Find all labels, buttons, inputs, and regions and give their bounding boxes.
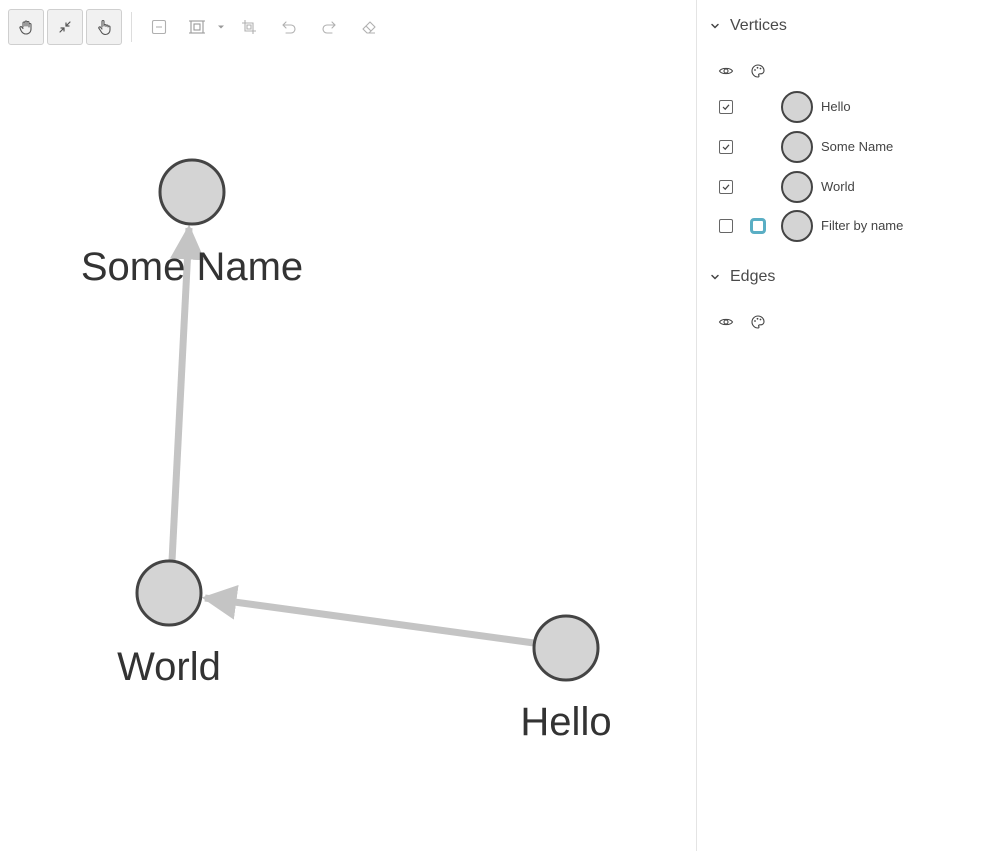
vertex-visibility-checkbox[interactable] — [719, 180, 733, 194]
vertices-section-header[interactable]: Vertices — [709, 14, 787, 38]
check-icon — [721, 182, 731, 192]
node-label-hello: Hello — [520, 700, 611, 744]
vertex-style-preview[interactable] — [781, 91, 813, 123]
fit-button[interactable] — [47, 9, 83, 45]
edges-section-title: Edges — [730, 268, 775, 286]
zoom-out-button[interactable] — [144, 9, 174, 45]
select-button[interactable] — [86, 9, 122, 45]
chevron-down-icon — [709, 271, 721, 283]
drop-button[interactable] — [184, 9, 230, 45]
grid-crop-icon — [240, 18, 258, 36]
node-some-name[interactable] — [160, 160, 224, 224]
check-icon — [721, 102, 731, 112]
redo-icon — [320, 18, 338, 36]
vertex-style-preview[interactable] — [781, 171, 813, 203]
chevron-down-icon — [709, 20, 721, 32]
vertex-row-filter: Filter by name — [697, 208, 1000, 244]
collapse-arrows-icon — [56, 18, 74, 36]
edges-section-header[interactable]: Edges — [709, 265, 775, 289]
palette-icon[interactable] — [750, 314, 766, 330]
eye-icon[interactable] — [718, 63, 734, 79]
redo-button[interactable] — [314, 9, 344, 45]
eye-icon[interactable] — [718, 314, 734, 330]
graph-visualization-app: Some Name World Hello — [0, 0, 1000, 851]
graph-svg[interactable]: Some Name World Hello — [0, 0, 696, 851]
undo-button[interactable] — [274, 9, 304, 45]
toolbar-separator — [131, 12, 132, 42]
vertex-row-hello: Hello — [697, 89, 1000, 125]
eraser-button[interactable] — [354, 9, 384, 45]
vertex-row-world: World — [697, 169, 1000, 205]
pan-button[interactable] — [8, 9, 44, 45]
minus-box-icon — [150, 18, 168, 36]
hand-icon — [17, 18, 35, 36]
vertex-style-preview[interactable] — [781, 131, 813, 163]
vertex-label: Hello — [821, 99, 851, 114]
vertices-icon-row — [718, 61, 782, 81]
node-label-world: World — [117, 645, 221, 689]
vertex-row-some-name: Some Name — [697, 129, 1000, 165]
vertex-label: World — [821, 179, 855, 194]
node-label-some-name: Some Name — [81, 245, 303, 289]
node-world[interactable] — [137, 561, 201, 625]
vertex-visibility-checkbox[interactable] — [719, 140, 733, 154]
graph-canvas[interactable]: Some Name World Hello — [0, 0, 696, 851]
vertex-visibility-checkbox[interactable] — [719, 100, 733, 114]
undo-icon — [280, 18, 298, 36]
filter-by-name-label[interactable]: Filter by name — [821, 218, 903, 233]
color-swatch[interactable] — [750, 218, 766, 234]
edge-hello-to-world[interactable] — [205, 598, 534, 643]
caret-down-icon — [216, 22, 226, 32]
check-icon — [721, 142, 731, 152]
palette-icon[interactable] — [750, 63, 766, 79]
vertex-style-preview[interactable] — [781, 210, 813, 242]
layout-button[interactable] — [234, 9, 264, 45]
legend-panel: Vertices Hello — [697, 0, 1000, 851]
vertex-visibility-checkbox[interactable] — [719, 219, 733, 233]
edges-icon-row — [718, 312, 782, 332]
node-hello[interactable] — [534, 616, 598, 680]
drop-frame-icon — [188, 18, 206, 36]
vertices-section-title: Vertices — [730, 17, 787, 35]
vertex-label: Some Name — [821, 139, 893, 154]
pointer-hand-icon — [95, 18, 113, 36]
graph-toolbar — [8, 9, 394, 45]
eraser-icon — [360, 18, 378, 36]
